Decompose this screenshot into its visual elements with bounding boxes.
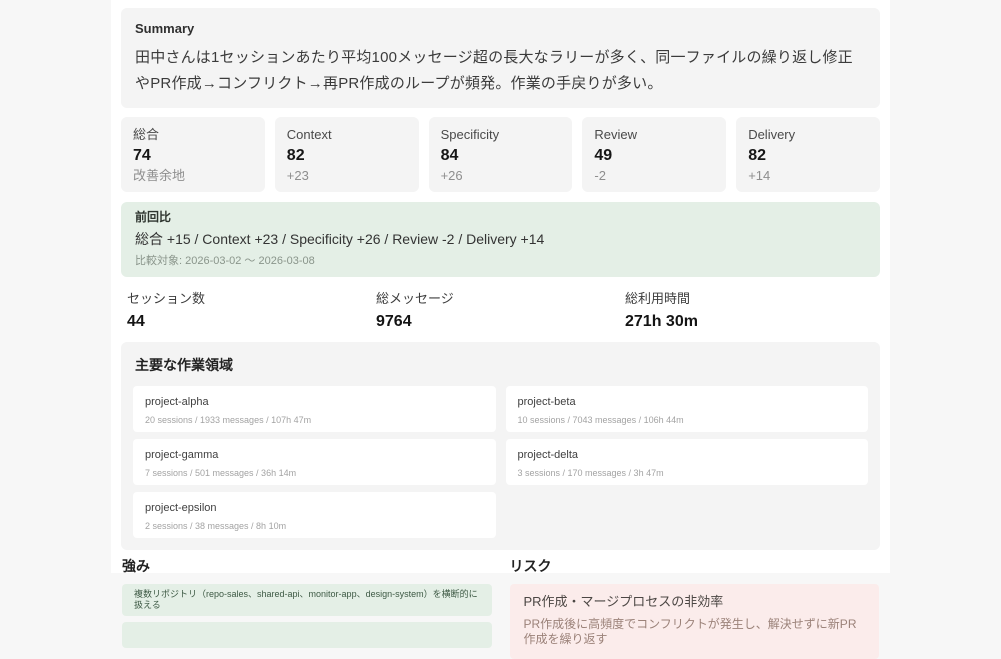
score-label: Specificity	[441, 127, 561, 142]
project-name: project-beta	[518, 396, 857, 408]
score-value: 49	[594, 147, 714, 164]
summary-text: 田中さんは1セッションあたり平均100メッセージ超の長大なラリーが多く、同一ファ…	[135, 45, 866, 96]
project-card: project-gamma 7 sessions / 501 messages …	[133, 439, 496, 485]
project-name: project-delta	[518, 449, 857, 461]
total-label: 総メッセージ	[376, 291, 625, 306]
strengths-column: 強み 複数リポジトリ（repo-sales、shared-api、monitor…	[122, 558, 492, 659]
score-value: 84	[441, 147, 561, 164]
comparison-line: 総合 +15 / Context +23 / Specificity +26 /…	[135, 231, 866, 247]
score-label: 総合	[133, 127, 253, 142]
project-meta: 10 sessions / 7043 messages / 106h 44m	[518, 415, 857, 425]
total-sessions: セッション数 44	[127, 291, 376, 331]
strengths-risks-section: 強み 複数リポジトリ（repo-sales、shared-api、monitor…	[121, 558, 880, 659]
comparison-title: 前回比	[135, 211, 866, 224]
score-delta: +26	[441, 168, 561, 183]
project-card: project-epsilon 2 sessions / 38 messages…	[133, 492, 496, 538]
risk-item-title: PR作成・マージプロセスの非効率	[524, 594, 866, 610]
total-label: セッション数	[127, 291, 376, 306]
total-label: 総利用時間	[625, 291, 874, 306]
score-card-context: Context 82 +23	[275, 117, 419, 192]
work-areas-panel: 主要な作業領域 project-alpha 20 sessions / 1933…	[121, 342, 880, 550]
project-card: project-delta 3 sessions / 170 messages …	[506, 439, 869, 485]
score-label: Delivery	[748, 127, 868, 142]
summary-title: Summary	[135, 21, 866, 36]
score-value: 82	[287, 147, 407, 164]
score-delta: 改善余地	[133, 168, 253, 183]
project-grid: project-alpha 20 sessions / 1933 message…	[133, 386, 868, 538]
score-label: Review	[594, 127, 714, 142]
totals-row: セッション数 44 総メッセージ 9764 総利用時間 271h 30m	[121, 285, 880, 331]
comparison-panel: 前回比 総合 +15 / Context +23 / Specificity +…	[121, 202, 880, 277]
score-label: Context	[287, 127, 407, 142]
total-value: 271h 30m	[625, 313, 874, 331]
risks-column: リスク PR作成・マージプロセスの非効率 PR作成後に高頻度でコンフリクトが発生…	[510, 558, 880, 659]
score-delta: +14	[748, 168, 868, 183]
score-value: 82	[748, 147, 868, 164]
project-meta: 7 sessions / 501 messages / 36h 14m	[145, 468, 484, 478]
project-name: project-epsilon	[145, 502, 484, 514]
score-value: 74	[133, 147, 253, 164]
score-card-review: Review 49 -2	[582, 117, 726, 192]
score-card-specificity: Specificity 84 +26	[429, 117, 573, 192]
score-delta: -2	[594, 168, 714, 183]
risk-item-text: PR作成後に高頻度でコンフリクトが発生し、解決せずに新PR作成を繰り返す	[524, 617, 866, 647]
strength-item	[122, 622, 492, 648]
score-card-delivery: Delivery 82 +14	[736, 117, 880, 192]
project-name: project-gamma	[145, 449, 484, 461]
project-card: project-beta 10 sessions / 7043 messages…	[506, 386, 869, 432]
project-card: project-alpha 20 sessions / 1933 message…	[133, 386, 496, 432]
total-value: 9764	[376, 313, 625, 331]
strength-item: 複数リポジトリ（repo-sales、shared-api、monitor-ap…	[122, 584, 492, 616]
risk-item: PR作成・マージプロセスの非効率 PR作成後に高頻度でコンフリクトが発生し、解決…	[510, 584, 880, 659]
strengths-title: 強み	[122, 558, 492, 574]
total-messages: 総メッセージ 9764	[376, 291, 625, 331]
report-page: Summary 田中さんは1セッションあたり平均100メッセージ超の長大なラリー…	[111, 0, 890, 573]
summary-panel: Summary 田中さんは1セッションあたり平均100メッセージ超の長大なラリー…	[121, 8, 880, 108]
project-meta: 3 sessions / 170 messages / 3h 47m	[518, 468, 857, 478]
risks-title: リスク	[510, 558, 880, 574]
score-cards-row: 総合 74 改善余地 Context 82 +23 Specificity 84…	[121, 117, 880, 192]
project-meta: 20 sessions / 1933 messages / 107h 47m	[145, 415, 484, 425]
comparison-range: 比較対象: 2026-03-02 ～ 2026-03-08	[135, 255, 866, 267]
total-time: 総利用時間 271h 30m	[625, 291, 874, 331]
score-card-overall: 総合 74 改善余地	[121, 117, 265, 192]
total-value: 44	[127, 313, 376, 331]
work-areas-title: 主要な作業領域	[135, 355, 866, 375]
score-delta: +23	[287, 168, 407, 183]
project-meta: 2 sessions / 38 messages / 8h 10m	[145, 521, 484, 531]
project-name: project-alpha	[145, 396, 484, 408]
